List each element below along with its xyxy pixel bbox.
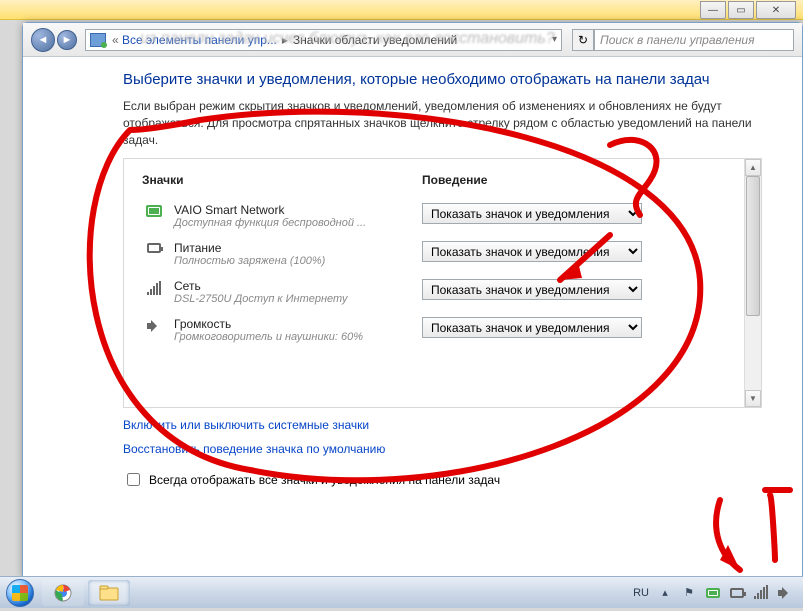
scroll-up-button[interactable]: ▲ — [745, 159, 761, 176]
control-panel-window: — ▭ ✕ ◄ ► « Все элементы панели упр... ▸… — [22, 22, 803, 578]
window-minimize-button[interactable]: — — [700, 1, 726, 19]
power-icon — [147, 243, 161, 253]
tray-volume-icon[interactable] — [777, 585, 793, 601]
window-close-button[interactable]: ✕ — [756, 1, 796, 19]
tray-vaio-icon[interactable] — [705, 585, 721, 601]
nav-forward-button[interactable]: ► — [57, 30, 77, 50]
control-panel-icon — [90, 33, 106, 47]
item-desc: Громкоговоритель и наушники: 60% — [174, 331, 412, 343]
vaio-network-icon — [146, 205, 162, 217]
scrollbar[interactable]: ▲ ▼ — [744, 159, 761, 407]
scroll-thumb[interactable] — [746, 176, 760, 316]
window-maximize-button[interactable]: ▭ — [728, 1, 754, 19]
nav-back-button[interactable]: ◄ — [31, 28, 55, 52]
page-question-blur: из панели задач исчез блютуз, как его во… — [120, 24, 763, 52]
tray-chevron-icon[interactable]: ▴ — [657, 585, 673, 601]
item-desc: DSL-2750U Доступ к Интернету — [174, 293, 412, 305]
list-item: Громкость Громкоговоритель и наушники: 6… — [138, 311, 741, 349]
behavior-select[interactable]: Показать значок и уведомления — [422, 317, 642, 338]
item-name: Питание — [174, 241, 412, 255]
scroll-down-button[interactable]: ▼ — [745, 390, 761, 407]
behavior-select[interactable]: Показать значок и уведомления — [422, 279, 642, 300]
page-title: Выберите значки и уведомления, которые н… — [123, 71, 762, 88]
page-description: Если выбран режим скрытия значков и увед… — [123, 98, 762, 148]
item-name: Сеть — [174, 279, 412, 293]
restore-default-link[interactable]: Восстановить поведение значка по умолчан… — [123, 442, 762, 456]
content-area: Выберите значки и уведомления, которые н… — [23, 57, 802, 577]
list-item: VAIO Smart Network Доступная функция бес… — [138, 197, 741, 235]
browser-chrome-top — [0, 0, 803, 20]
behavior-select[interactable]: Показать значок и уведомления — [422, 203, 642, 224]
network-bars-icon — [147, 281, 161, 295]
tray-language[interactable]: RU — [633, 587, 649, 599]
tray-network-icon[interactable] — [753, 585, 769, 601]
list-item: Питание Полностью заряжена (100%) Показа… — [138, 235, 741, 273]
behavior-select[interactable]: Показать значок и уведомления — [422, 241, 642, 262]
item-desc: Полностью заряжена (100%) — [174, 255, 412, 267]
list-item: Сеть DSL-2750U Доступ к Интернету Показа… — [138, 273, 741, 311]
column-header-icons: Значки — [142, 173, 422, 187]
column-header-behavior: Поведение — [422, 173, 737, 187]
icons-list-panel: ▲ ▼ Значки Поведение VAIO Smart Network … — [123, 158, 762, 408]
taskbar-chrome[interactable] — [42, 580, 84, 606]
taskbar-explorer[interactable] — [88, 580, 130, 606]
item-name: Громкость — [174, 317, 412, 331]
toggle-system-icons-link[interactable]: Включить или выключить системные значки — [123, 418, 762, 432]
taskbar: RU ▴ ⚑ — [0, 576, 803, 608]
always-show-label: Всегда отображать все значки и уведомлен… — [149, 473, 500, 487]
start-button[interactable] — [0, 577, 40, 609]
always-show-checkbox[interactable] — [127, 473, 140, 486]
volume-icon — [147, 319, 161, 333]
system-tray: RU ▴ ⚑ — [633, 585, 803, 601]
item-name: VAIO Smart Network — [174, 203, 412, 217]
item-desc: Доступная функция беспроводной ... — [174, 217, 412, 229]
tray-power-icon[interactable] — [729, 585, 745, 601]
tray-flag-icon[interactable]: ⚑ — [681, 585, 697, 601]
